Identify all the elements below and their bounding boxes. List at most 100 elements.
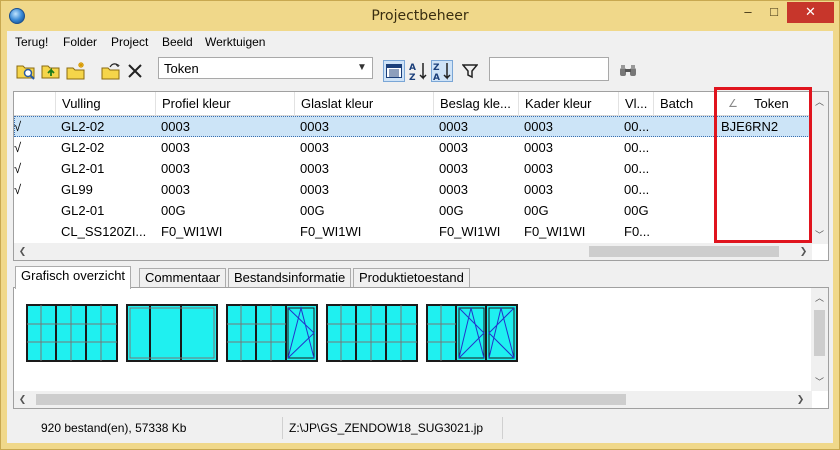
column-header-vl[interactable]: Vl... <box>619 92 654 116</box>
cell-batch <box>654 179 716 200</box>
cell-kader-kleur: 0003 <box>524 140 553 155</box>
table-row[interactable]: √ GL99 0003 0003 0003 0003 00... <box>14 179 812 200</box>
search-input[interactable] <box>489 57 609 81</box>
column-header-kader-kleur[interactable]: Kader kleur <box>519 92 619 116</box>
row-check: √ <box>14 119 22 134</box>
folder-up-icon[interactable] <box>40 60 62 82</box>
cell-vl: F0... <box>624 224 651 239</box>
column-header-check[interactable] <box>14 92 56 116</box>
cell-beslag-kleur: 00G <box>439 203 464 218</box>
tab-produktietoestand[interactable]: Produktietoestand <box>353 268 470 288</box>
chevron-down-icon[interactable]: ﹀ <box>811 227 828 244</box>
sort-za-icon[interactable]: ZA <box>431 60 453 82</box>
column-header-vulling[interactable]: Vulling <box>56 92 156 116</box>
view-combo[interactable]: Token ▼ <box>158 57 373 79</box>
grid-scroll-thumb[interactable] <box>589 246 779 257</box>
details-view-icon[interactable] <box>383 60 405 82</box>
column-header-batch[interactable]: Batch <box>654 92 716 116</box>
cell-vl: 00... <box>624 182 650 197</box>
cell-profiel-kleur: 0003 <box>161 140 190 155</box>
binoculars-icon[interactable] <box>617 60 639 82</box>
column-header-beslag-kleur[interactable]: Beslag kle... <box>434 92 519 116</box>
table-row[interactable]: √ GL2-01 0003 0003 0003 0003 00... <box>14 158 812 179</box>
cell-vulling: GL2-02 <box>61 140 105 155</box>
open-folder-icon[interactable] <box>15 60 37 82</box>
cell-profiel-kleur: 0003 <box>161 161 190 176</box>
status-bar: 920 bestand(en), 57338 Kb Z:\JP\GS_ZENDO… <box>13 417 829 439</box>
cell-beslag-kleur: 0003 <box>439 140 468 155</box>
window-thumbnail[interactable] <box>126 304 218 362</box>
window-thumbnail[interactable] <box>326 304 418 362</box>
tab-bestandsinformatie[interactable]: Bestandsinformatie <box>228 268 352 288</box>
cell-beslag-kleur: 0003 <box>439 182 468 197</box>
cell-vl: 00... <box>624 119 650 134</box>
cell-vl: 00G <box>624 203 649 218</box>
open-file-icon[interactable] <box>100 60 122 82</box>
svg-text:Z: Z <box>409 73 416 81</box>
window-thumbnail[interactable] <box>226 304 318 362</box>
title-bar[interactable]: Projectbeheer – □ ✕ <box>1 1 839 31</box>
cell-kader-kleur: 0003 <box>524 119 553 134</box>
tab-commentaar[interactable]: Commentaar <box>139 268 227 288</box>
minimize-button[interactable]: – <box>735 2 761 23</box>
table-row[interactable]: GL2-01 00G 00G 00G 00G 00G <box>14 200 812 221</box>
delete-icon[interactable] <box>124 60 146 82</box>
preview-vertical-scrollbar[interactable]: ︿ ﹀ <box>811 288 828 391</box>
grid-vertical-scrollbar[interactable]: ︿ ﹀ <box>811 92 828 244</box>
filter-icon[interactable] <box>459 60 481 82</box>
window-thumbnail[interactable] <box>426 304 518 362</box>
cell-glaslat-kleur: 0003 <box>300 119 329 134</box>
cell-vl: 00... <box>624 161 650 176</box>
app-window: Projectbeheer – □ ✕ Terug! Folder Projec… <box>0 0 840 450</box>
preview-horizontal-scrollbar[interactable]: ❮ ❯ <box>14 391 812 408</box>
cell-vulling: CL_SS120ZI... <box>61 224 147 239</box>
row-check: √ <box>14 161 22 176</box>
menu-bar: Terug! Folder Project Beeld Werktuigen <box>7 31 833 53</box>
chevron-up-icon[interactable]: ︿ <box>811 94 828 111</box>
cell-profiel-kleur: 0003 <box>161 182 190 197</box>
menu-werktuigen[interactable]: Werktuigen <box>205 35 265 49</box>
chevron-left-icon[interactable]: ❮ <box>14 391 31 408</box>
tab-grafisch-overzicht[interactable]: Grafisch overzicht <box>15 266 132 289</box>
menu-terug[interactable]: Terug! <box>15 35 48 49</box>
column-header-profiel-kleur[interactable]: Profiel kleur <box>156 92 295 116</box>
table-row[interactable]: √ GL2-02 0003 0003 0003 0003 00... BJE6R… <box>14 116 812 137</box>
cell-batch <box>654 137 716 158</box>
detail-tabs: Grafisch overzicht Commentaar Bestandsin… <box>13 266 829 289</box>
table-row[interactable]: √ GL2-02 0003 0003 0003 0003 00... <box>14 137 812 158</box>
preview-scroll-thumb[interactable] <box>36 394 626 405</box>
cell-vl: 00... <box>624 140 650 155</box>
chevron-down-icon[interactable]: ▼ <box>354 59 370 77</box>
preview-scroll-thumb[interactable] <box>814 310 825 356</box>
cell-vulling: GL2-02 <box>61 119 105 134</box>
grid-horizontal-scrollbar[interactable]: ❮ ❯ <box>14 243 812 260</box>
menu-beeld[interactable]: Beeld <box>162 35 193 49</box>
cell-batch <box>654 221 716 242</box>
cell-kader-kleur: 00G <box>524 203 549 218</box>
graphic-preview: ︿ ﹀ ❮ ❯ <box>13 287 829 409</box>
file-list[interactable]: Vulling Profiel kleur Glaslat kleur Besl… <box>13 91 829 261</box>
maximize-button[interactable]: □ <box>761 2 787 23</box>
table-row[interactable]: CL_SS120ZI... F0_WI1WI F0_WI1WI F0_WI1WI… <box>14 221 812 242</box>
main-area: Token ▼ AZ ZA Vulling Profiel kleur Glas… <box>7 53 833 443</box>
chevron-right-icon[interactable]: ❯ <box>795 243 812 260</box>
cell-beslag-kleur: 0003 <box>439 161 468 176</box>
column-header-glaslat-kleur[interactable]: Glaslat kleur <box>295 92 434 116</box>
menu-project[interactable]: Project <box>111 35 148 49</box>
chevron-left-icon[interactable]: ❮ <box>14 243 31 260</box>
chevron-down-icon[interactable]: ﹀ <box>811 374 828 391</box>
cell-kader-kleur: F0_WI1WI <box>524 224 586 239</box>
cell-batch <box>654 200 716 221</box>
window-thumbnail[interactable] <box>26 304 118 362</box>
cell-kader-kleur: 0003 <box>524 182 553 197</box>
new-folder-icon[interactable] <box>65 60 87 82</box>
cell-vulling: GL2-01 <box>61 203 105 218</box>
menu-folder[interactable]: Folder <box>63 35 97 49</box>
sort-az-icon[interactable]: AZ <box>407 60 429 82</box>
chevron-up-icon[interactable]: ︿ <box>811 290 828 307</box>
chevron-right-icon[interactable]: ❯ <box>792 391 809 408</box>
cell-kader-kleur: 0003 <box>524 161 553 176</box>
close-button[interactable]: ✕ <box>787 2 834 23</box>
cell-glaslat-kleur: 0003 <box>300 182 329 197</box>
svg-text:A: A <box>409 63 416 73</box>
